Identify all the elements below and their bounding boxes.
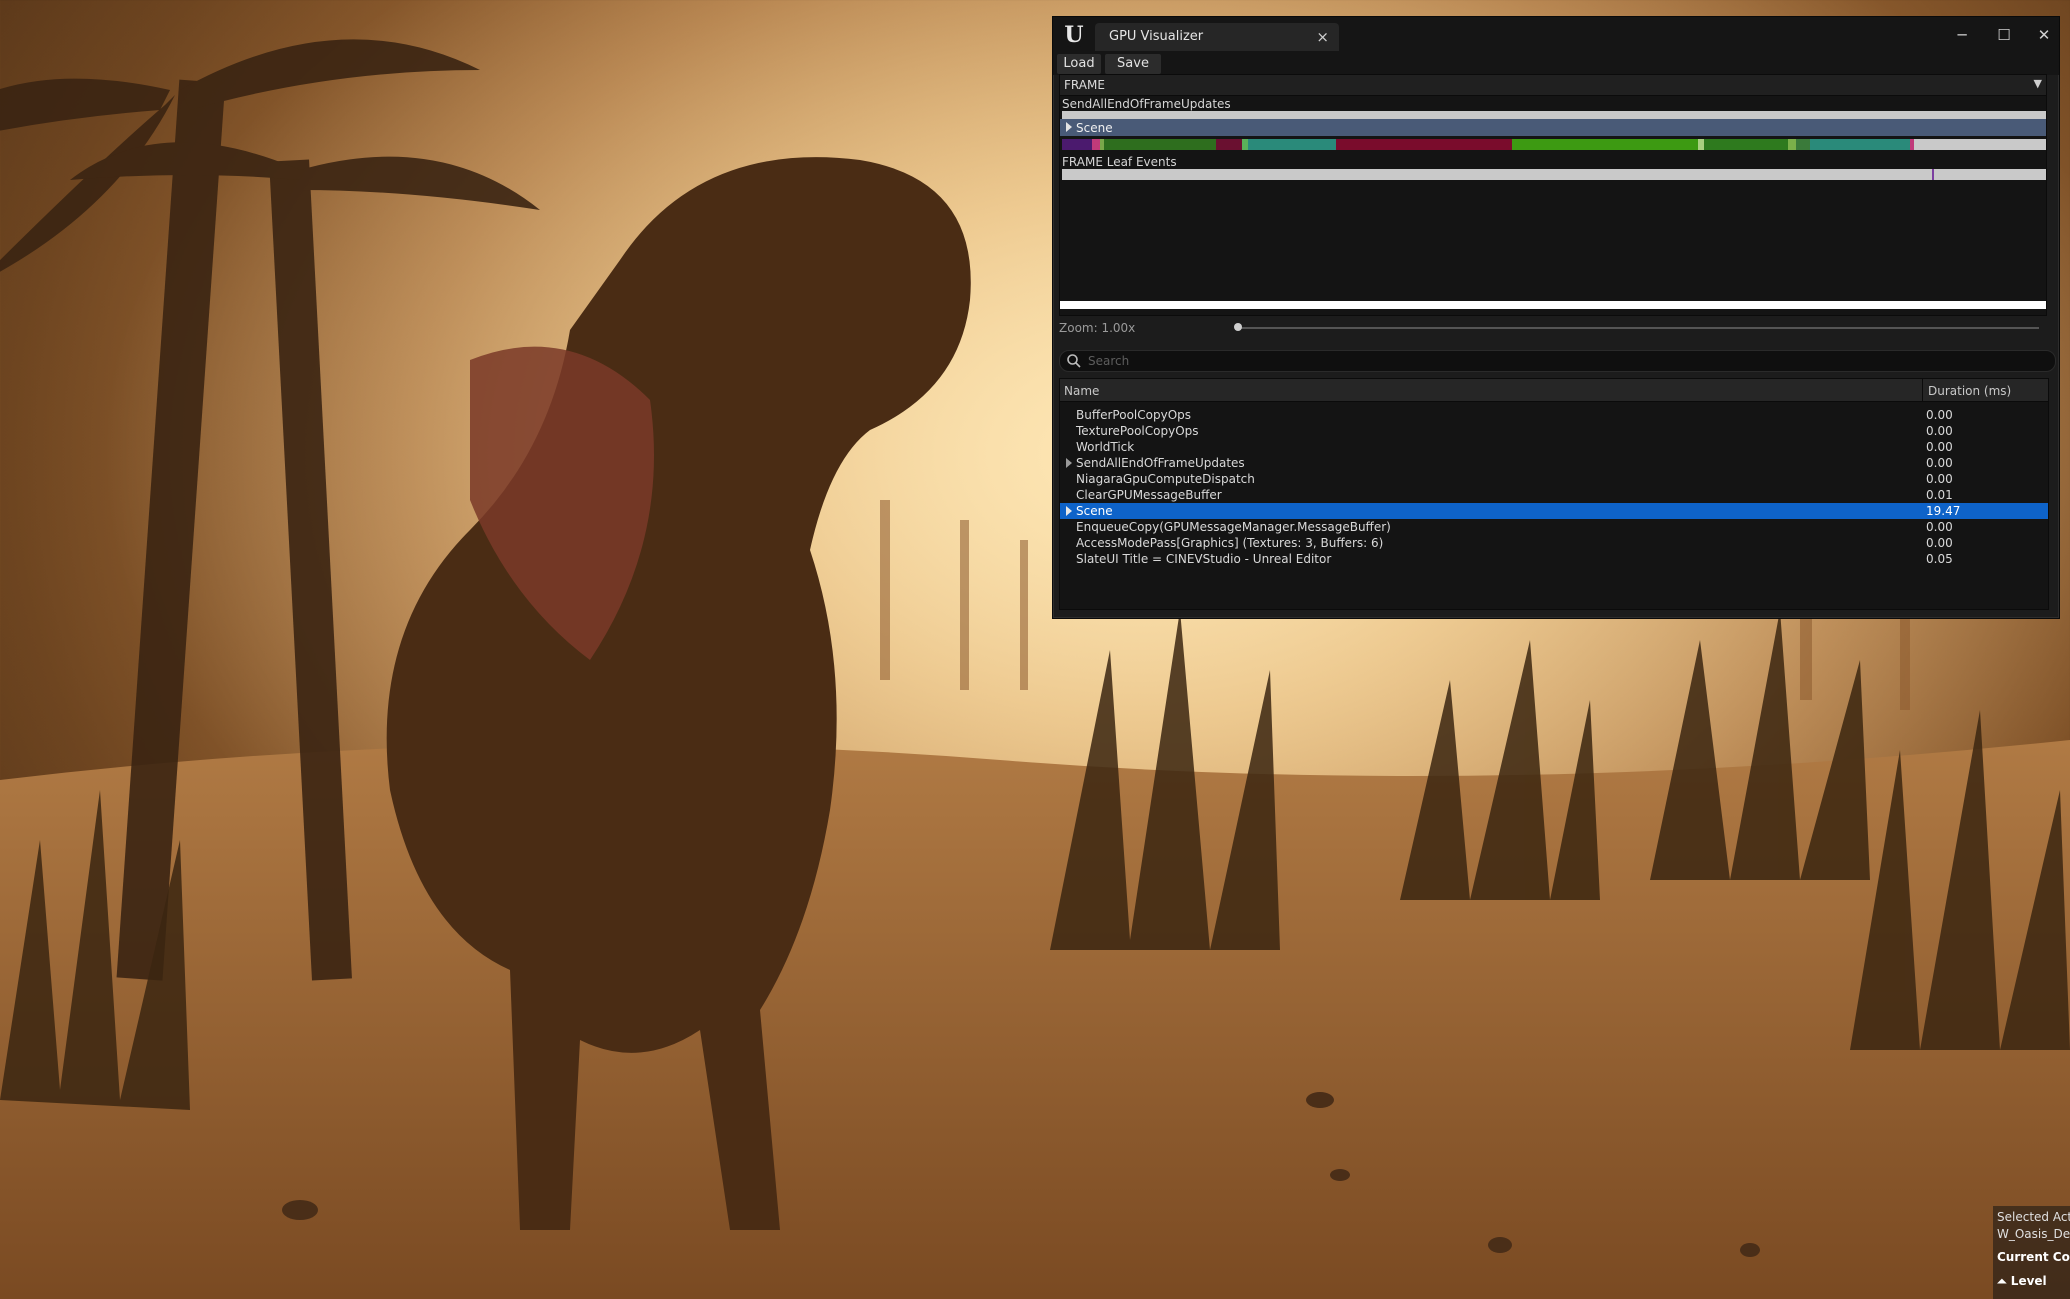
tree-header: Name Duration (ms): [1060, 379, 2048, 402]
table-row[interactable]: EnqueueCopy(GPUMessageManager.MessageBuf…: [1060, 519, 2048, 535]
table-row[interactable]: NiagaraGpuComputeDispatch 0.00: [1060, 471, 2048, 487]
frame-selector[interactable]: FRAME ▼: [1060, 75, 2046, 96]
search-icon: [1067, 354, 1081, 368]
row-duration: 0.00: [1926, 408, 1953, 422]
table-row[interactable]: BufferPoolCopyOps 0.00: [1060, 407, 2048, 423]
timeline-segment[interactable]: [1248, 139, 1262, 150]
timeline-scene-segments[interactable]: [1062, 139, 2046, 150]
chevron-down-icon: ▼: [2033, 77, 2042, 90]
expand-arrow-icon[interactable]: [1066, 506, 1072, 516]
selected-actor-name: W_Oasis_De: [1997, 1227, 2070, 1241]
table-row-selected[interactable]: Scene 19.47: [1060, 503, 2048, 519]
row-name: Scene: [1076, 504, 1113, 518]
zoom-control: Zoom: 1.00x: [1059, 317, 2047, 339]
timeline-segment[interactable]: [1104, 139, 1216, 150]
expand-arrow-icon[interactable]: [1066, 458, 1072, 468]
row-name: SendAllEndOfFrameUpdates: [1076, 456, 1245, 470]
load-button[interactable]: Load: [1057, 54, 1101, 74]
row-duration: 0.01: [1926, 488, 1953, 502]
row-duration: 0.00: [1926, 520, 1953, 534]
timeline-bar-leaf-events[interactable]: [1062, 169, 2046, 180]
gpu-visualizer-window: U GPU Visualizer × ─ ☐ ✕ Load Save FRAME…: [1052, 16, 2060, 619]
zoom-slider-track[interactable]: [1239, 327, 2039, 329]
timeline-scene-row[interactable]: Scene: [1060, 119, 2046, 136]
search-input[interactable]: [1086, 352, 2030, 370]
row-name: TexturePoolCopyOps: [1076, 424, 1199, 438]
timeline-segment[interactable]: [1914, 139, 2046, 150]
save-button[interactable]: Save: [1105, 54, 1161, 74]
maximize-icon[interactable]: ☐: [1989, 23, 2019, 47]
timeline-segment[interactable]: [1092, 139, 1100, 150]
timeline-segment[interactable]: [1216, 139, 1242, 150]
row-name: AccessModePass[Graphics] (Textures: 3, B…: [1076, 536, 1384, 550]
timeline-segment[interactable]: [1796, 139, 1810, 150]
timeline-segment[interactable]: [1336, 139, 1512, 150]
row-name: ClearGPUMessageBuffer: [1076, 488, 1222, 502]
toolbar: Load Save: [1053, 53, 2059, 75]
row-duration: 0.00: [1926, 472, 1953, 486]
editor-info-overlay: Selected Act W_Oasis_De Current Cont ⏶ L…: [1993, 1206, 2070, 1299]
row-name: EnqueueCopy(GPUMessageManager.MessageBuf…: [1076, 520, 1391, 534]
timeline-segment[interactable]: [1810, 139, 1910, 150]
tab-close-icon[interactable]: ×: [1316, 28, 1329, 46]
row-name: NiagaraGpuComputeDispatch: [1076, 472, 1255, 486]
row-duration: 0.05: [1926, 552, 1953, 566]
row-name: SlateUI Title = CINEVStudio - Unreal Edi…: [1076, 552, 1332, 566]
timeline-segment[interactable]: [1704, 139, 1788, 150]
table-row[interactable]: WorldTick 0.00: [1060, 439, 2048, 455]
track-label-frame-leaf-events: FRAME Leaf Events: [1062, 155, 1177, 169]
column-header-name[interactable]: Name: [1064, 384, 1099, 398]
table-row[interactable]: AccessModePass[Graphics] (Textures: 3, B…: [1060, 535, 2048, 551]
window-close-icon[interactable]: ✕: [2029, 23, 2059, 47]
row-duration: 0.00: [1926, 424, 1953, 438]
timeline-segment[interactable]: [1062, 139, 1092, 150]
zoom-label: Zoom: 1.00x: [1059, 321, 1136, 335]
row-name: BufferPoolCopyOps: [1076, 408, 1192, 422]
timeline-horizontal-scrollbar[interactable]: [1060, 301, 2046, 309]
timeline-segment[interactable]: [1512, 139, 1698, 150]
track-label-sendallendofframeupdates: SendAllEndOfFrameUpdates: [1062, 97, 1231, 111]
row-duration: 0.00: [1926, 536, 1953, 550]
timeline-scene-label: Scene: [1076, 121, 1113, 135]
table-row[interactable]: TexturePoolCopyOps 0.00: [1060, 423, 2048, 439]
selected-actor-label: Selected Act: [1997, 1210, 2070, 1224]
level-label[interactable]: ⏶ Level: [1997, 1274, 2047, 1289]
column-divider[interactable]: [1922, 379, 1923, 401]
table-row[interactable]: SlateUI Title = CINEVStudio - Unreal Edi…: [1060, 551, 2048, 567]
current-context-label: Current Cont: [1997, 1250, 2070, 1264]
minimize-icon[interactable]: ─: [1947, 23, 1977, 47]
frame-timeline-panel: FRAME ▼ SendAllEndOfFrameUpdates Scene F…: [1059, 74, 2047, 316]
tab-gpu-visualizer[interactable]: GPU Visualizer ×: [1095, 23, 1339, 51]
tab-title: GPU Visualizer: [1109, 29, 1204, 44]
table-row[interactable]: ClearGPUMessageBuffer 0.01: [1060, 487, 2048, 503]
row-duration: 0.00: [1926, 456, 1953, 470]
level-text: Level: [2010, 1274, 2047, 1288]
event-tree-view: Name Duration (ms) BufferPoolCopyOps 0.0…: [1059, 378, 2049, 610]
zoom-slider-handle[interactable]: [1234, 323, 1242, 331]
leaf-event-marker[interactable]: [1932, 169, 1934, 180]
level-icon: ⏶: [1997, 1274, 2007, 1288]
title-bar[interactable]: U GPU Visualizer × ─ ☐ ✕: [1053, 17, 2059, 53]
column-header-duration[interactable]: Duration (ms): [1928, 384, 2011, 398]
unreal-logo-icon: U: [1061, 22, 1087, 48]
table-row[interactable]: SendAllEndOfFrameUpdates 0.00: [1060, 455, 2048, 471]
timeline-segment[interactable]: [1788, 139, 1796, 150]
expand-arrow-icon[interactable]: [1066, 122, 1072, 132]
row-duration: 19.47: [1926, 504, 1961, 518]
search-box[interactable]: [1059, 350, 2056, 372]
timeline-segment[interactable]: [1262, 139, 1336, 150]
row-name: WorldTick: [1076, 440, 1135, 454]
frame-selector-value: FRAME: [1064, 78, 1105, 92]
row-duration: 0.00: [1926, 440, 1953, 454]
